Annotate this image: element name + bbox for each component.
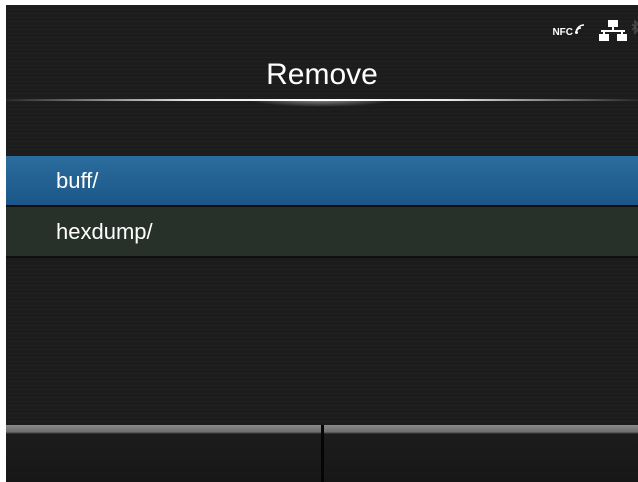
list-item-buff[interactable]: buff/	[6, 156, 638, 207]
folder-list: buff/ hexdump/	[6, 156, 638, 258]
softkey-bar	[6, 425, 638, 482]
list-item-label: hexdump/	[56, 218, 153, 244]
nfc-label: NFC	[552, 26, 573, 38]
title-divider-glow	[246, 99, 396, 107]
list-item-hexdump[interactable]: hexdump/	[6, 207, 638, 258]
printer-display: NFC Remove buff/ hexdump/	[6, 5, 638, 482]
left-softkey[interactable]	[6, 425, 321, 482]
page-title: Remove	[266, 58, 378, 91]
list-item-label: buff/	[56, 167, 99, 193]
right-softkey[interactable]	[323, 425, 638, 482]
network-icon	[598, 19, 628, 46]
bluetooth-icon	[631, 18, 638, 46]
status-bar: NFC	[552, 18, 638, 46]
nfc-icon: NFC	[552, 23, 588, 38]
